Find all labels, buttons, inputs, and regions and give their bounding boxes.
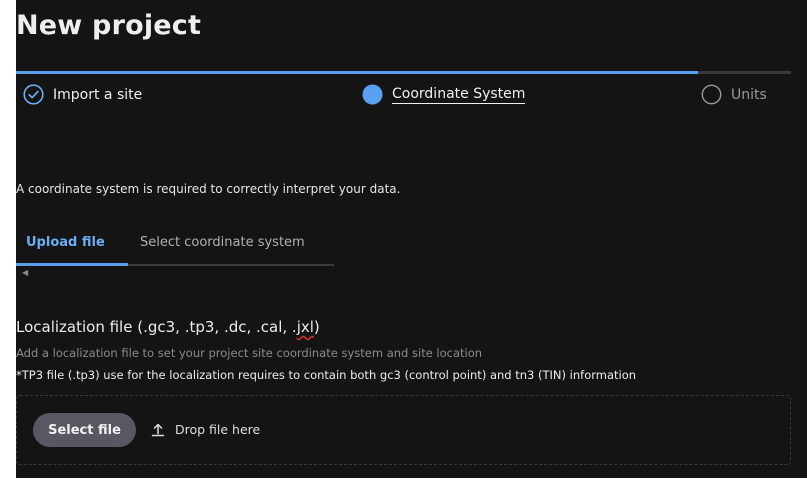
caret-left-icon[interactable]: ◀ (22, 268, 28, 277)
filled-circle-icon (362, 84, 383, 105)
localization-title-prefix: Localization file (.gc3, .tp3, .dc, .cal… (16, 318, 297, 336)
step-import-site[interactable]: Import a site (23, 84, 142, 105)
drop-file-label: Drop file here (150, 421, 260, 437)
step-units[interactable]: Units (701, 84, 767, 105)
spellcheck-flagged-word: jxl (296, 318, 314, 336)
step-coordinate-system[interactable]: Coordinate System (362, 84, 526, 105)
stepper-progress-fill (16, 71, 698, 74)
page-title: New project (16, 10, 202, 41)
localization-hint: Add a localization file to set your proj… (16, 346, 483, 360)
empty-circle-icon (701, 84, 722, 105)
select-file-button[interactable]: Select file (33, 413, 136, 447)
step-label: Import a site (53, 86, 143, 103)
localization-file-title: Localization file (.gc3, .tp3, .dc, .cal… (16, 318, 320, 336)
step-label: Coordinate System (392, 85, 526, 104)
localization-title-suffix: ) (313, 318, 320, 336)
check-circle-icon (23, 84, 44, 105)
coordinate-system-description: A coordinate system is required to corre… (16, 182, 401, 196)
drop-file-text: Drop file here (175, 421, 261, 437)
upload-icon (151, 423, 165, 437)
stepper-progress-track (16, 71, 791, 74)
step-label: Units (731, 86, 767, 103)
tab-upload-file[interactable]: Upload file (26, 235, 105, 250)
localization-tp3-note: *TP3 file (.tp3) use for the localizatio… (16, 368, 637, 382)
active-tab-indicator (16, 263, 128, 266)
tab-select-coordinate-system[interactable]: Select coordinate system (140, 235, 305, 250)
